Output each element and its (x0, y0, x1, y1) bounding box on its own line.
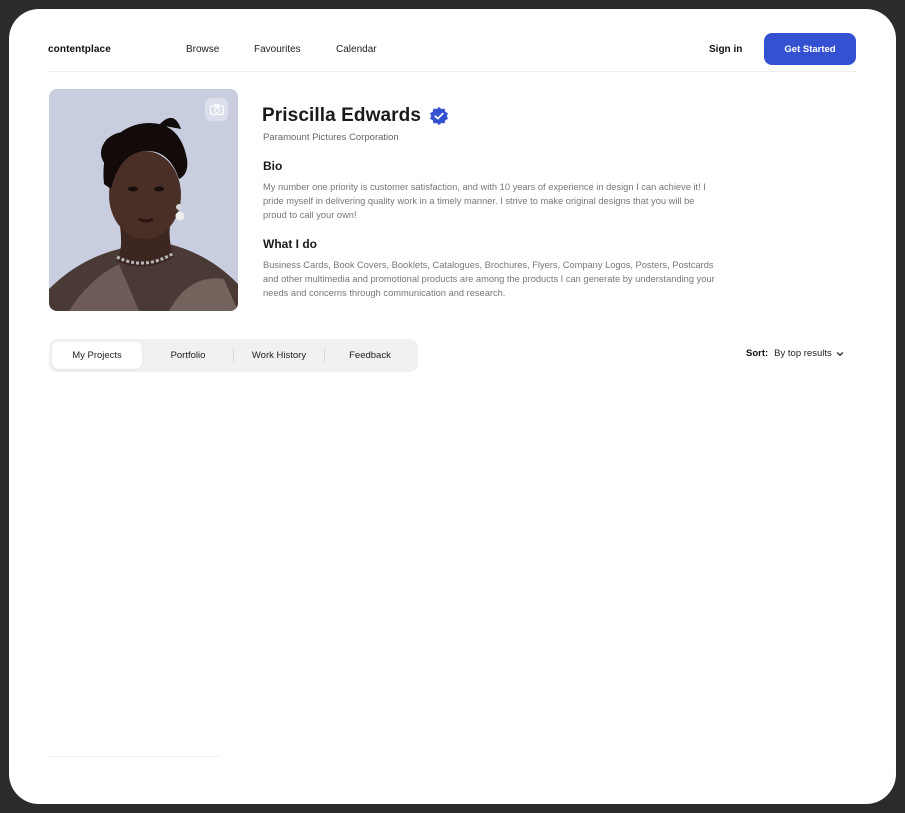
company-name: Paramount Pictures Corporation (263, 132, 399, 143)
profile-name: Priscilla Edwards (262, 105, 422, 126)
tab-divider (233, 348, 234, 363)
sign-in-link[interactable]: Sign in (709, 44, 742, 55)
nav-link-browse[interactable]: Browse (186, 44, 219, 55)
nav-link-favourites[interactable]: Favourites (254, 44, 301, 55)
tab-my-projects[interactable]: My Projects (52, 342, 142, 369)
bio-text: My number one priority is customer satis… (263, 182, 706, 220)
name-row: Priscilla Edwards (262, 104, 449, 128)
profile-tabs: My Projects Portfolio Work History Feedb… (49, 339, 418, 372)
sort-dropdown[interactable]: By top results (774, 348, 832, 359)
chevron-down-icon[interactable] (836, 350, 844, 358)
app-screen: contentplace Browse Favourites Calendar … (9, 9, 896, 804)
verified-badge-icon (430, 107, 449, 125)
bio-heading: Bio (263, 159, 283, 173)
device-frame: contentplace Browse Favourites Calendar … (0, 0, 905, 813)
top-nav: contentplace Browse Favourites Calendar … (48, 33, 856, 73)
sort-control: Sort: By top results (746, 348, 844, 359)
camera-button[interactable] (205, 98, 228, 121)
camera-icon (209, 104, 224, 115)
tab-work-history[interactable]: Work History (235, 342, 323, 369)
get-started-button[interactable]: Get Started (764, 33, 856, 65)
nav-link-calendar[interactable]: Calendar (336, 44, 377, 55)
tab-feedback[interactable]: Feedback (326, 342, 414, 369)
profile-photo (49, 89, 238, 311)
sort-label: Sort: (746, 348, 769, 359)
tab-portfolio[interactable]: Portfolio (145, 342, 231, 369)
logo[interactable]: contentplace (48, 44, 111, 55)
tab-divider (324, 348, 325, 363)
content-divider (49, 756, 221, 757)
what-i-do-heading: What I do (263, 237, 317, 251)
what-i-do-text: Business Cards, Book Covers, Booklets, C… (263, 260, 715, 298)
nav-divider (48, 71, 856, 72)
